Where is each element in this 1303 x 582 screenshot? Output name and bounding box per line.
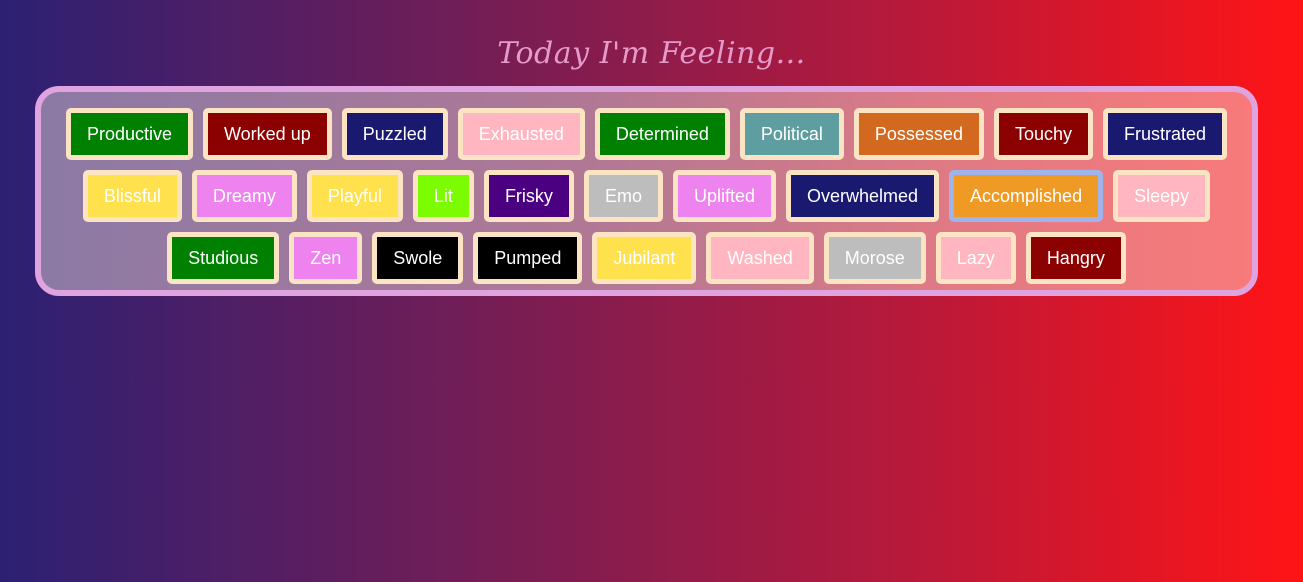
mood-button-touchy[interactable]: Touchy [993,108,1094,160]
mood-button-productive[interactable]: Productive [65,108,193,160]
mood-button-jubilant[interactable]: Jubilant [592,232,697,284]
mood-button-pumped[interactable]: Pumped [473,232,583,284]
mood-button-zen[interactable]: Zen [289,232,363,284]
mood-button-blissful[interactable]: Blissful [82,170,182,222]
mood-panel: Productive Worked up Puzzled Exhausted Deter… [35,86,1258,296]
page-title: Today I'm Feeling... [497,36,806,71]
mood-button-frustrated[interactable]: Frustrated [1103,108,1228,160]
mood-button-lit[interactable]: Lit [412,170,474,222]
mood-button-lazy[interactable]: Lazy [935,232,1016,284]
mood-row-3: Studious Zen Swole Pumped Jubilant Washed Moro… [51,232,1242,284]
mood-button-political[interactable]: Political [739,108,844,160]
mood-button-emo[interactable]: Emo [583,170,663,222]
mood-button-exhausted[interactable]: Exhausted [457,108,585,160]
mood-button-overwhelmed[interactable]: Overwhelmed [785,170,940,222]
mood-row-2: Blissful Dreamy Playful Lit Frisky Emo Uplifte… [51,170,1242,222]
mood-button-swole[interactable]: Swole [372,232,464,284]
mood-button-puzzled[interactable]: Puzzled [341,108,448,160]
mood-button-studious[interactable]: Studious [167,232,280,284]
mood-button-washed[interactable]: Washed [706,232,814,284]
mood-button-determined[interactable]: Determined [594,108,730,160]
mood-button-uplifted[interactable]: Uplifted [672,170,776,222]
mood-button-dreamy[interactable]: Dreamy [191,170,297,222]
mood-button-frisky[interactable]: Frisky [483,170,574,222]
mood-button-worked-up[interactable]: Worked up [203,108,332,160]
mood-button-playful[interactable]: Playful [306,170,403,222]
mood-button-hangry[interactable]: Hangry [1025,232,1126,284]
mood-button-sleepy[interactable]: Sleepy [1113,170,1211,222]
mood-button-possessed[interactable]: Possessed [853,108,984,160]
mood-button-morose[interactable]: Morose [823,232,926,284]
mood-row-1: Productive Worked up Puzzled Exhausted Deter… [51,108,1242,160]
mood-button-accomplished[interactable]: Accomplished [949,170,1104,222]
